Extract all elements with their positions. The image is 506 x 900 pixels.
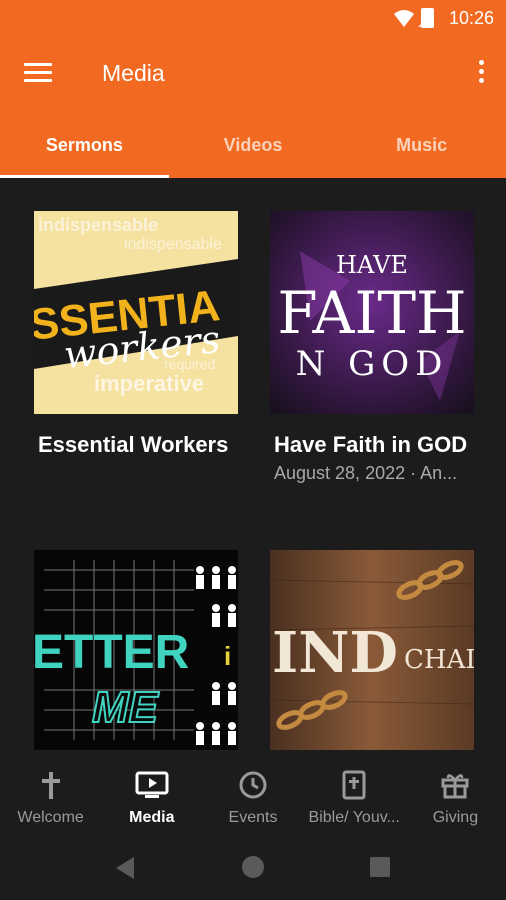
nav-label: Giving (432, 809, 479, 826)
nav-bible[interactable]: Bible/ Youv... (304, 753, 405, 835)
artwork-word: CHAI (404, 645, 474, 675)
tab-bar: Sermons Videos Music (0, 112, 506, 178)
sermon-subtitle: August 28, 2022 · An... (274, 463, 458, 483)
artwork-word: IND (272, 620, 398, 686)
tab-music[interactable]: Music (337, 112, 506, 178)
recents-icon[interactable] (369, 856, 391, 878)
sermon-title: Have Faith in GOD (274, 432, 468, 457)
nav-label: Bible/ Youv... (308, 809, 400, 826)
tab-sermons[interactable]: Sermons (0, 112, 169, 178)
nav-welcome[interactable]: Welcome (0, 753, 101, 835)
nav-label: Events (228, 809, 278, 826)
better-me-artwork: ETTER i ME (34, 550, 238, 750)
sermon-thumbnail: IND CHAI (270, 550, 474, 750)
svg-text:i: i (224, 641, 231, 671)
svg-text:indispensable: indispensable (124, 236, 222, 253)
nav-label: Welcome (17, 809, 84, 826)
app-bar: Media (0, 36, 506, 112)
back-icon[interactable] (112, 855, 138, 881)
essential-workers-artwork: indispensable indispensable SSENTIA work… (34, 211, 238, 414)
clock-icon (239, 771, 267, 799)
artwork-word: ME (92, 683, 160, 732)
battery-icon (421, 8, 434, 28)
status-time: 10:26 (448, 8, 494, 28)
sermon-thumbnail: ETTER i ME (34, 550, 238, 750)
sermon-card-essential-workers[interactable]: indispensable indispensable SSENTIA work… (34, 211, 238, 459)
artwork-word: FAITH (277, 279, 466, 347)
artwork-word: imperative (94, 371, 204, 396)
sermon-card-chains[interactable]: IND CHAI (270, 550, 474, 750)
sermon-thumbnail: indispensable indispensable SSENTIA work… (34, 211, 238, 414)
have-faith-artwork: HAVE FAITH N GOD (270, 211, 474, 414)
hamburger-menu-icon[interactable] (24, 63, 52, 83)
sermon-card-better-me[interactable]: ETTER i ME (34, 550, 238, 750)
tv-play-icon (135, 771, 169, 798)
page-title: Media (102, 60, 165, 86)
cross-icon (41, 772, 60, 799)
gift-icon (441, 774, 469, 799)
artwork-word: required (164, 356, 215, 372)
sermon-card-have-faith[interactable]: HAVE FAITH N GOD Have Faith in GOD Augus… (270, 211, 474, 484)
artwork-word: indispensable (38, 215, 158, 235)
sermon-thumbnail: HAVE FAITH N GOD (270, 211, 474, 414)
chains-artwork: IND CHAI (270, 550, 474, 750)
status-bar: 10:26 (0, 0, 506, 36)
sermon-title: Essential Workers (38, 432, 229, 457)
nav-media[interactable]: Media (101, 753, 202, 835)
artwork-word: ETTER (34, 626, 189, 679)
artwork-word: N GOD (296, 344, 449, 384)
nav-giving[interactable]: Giving (405, 753, 506, 835)
artwork-word: HAVE (336, 251, 408, 279)
nav-label: Media (129, 809, 175, 826)
tab-videos[interactable]: Videos (169, 112, 338, 178)
bible-icon (342, 770, 366, 800)
system-navigation-bar (0, 835, 506, 900)
bottom-navigation: Welcome Media Events Bible/ Youv... Givi… (0, 753, 506, 835)
more-vertical-icon[interactable] (476, 60, 486, 86)
nav-events[interactable]: Events (202, 753, 303, 835)
home-icon[interactable] (241, 855, 265, 879)
